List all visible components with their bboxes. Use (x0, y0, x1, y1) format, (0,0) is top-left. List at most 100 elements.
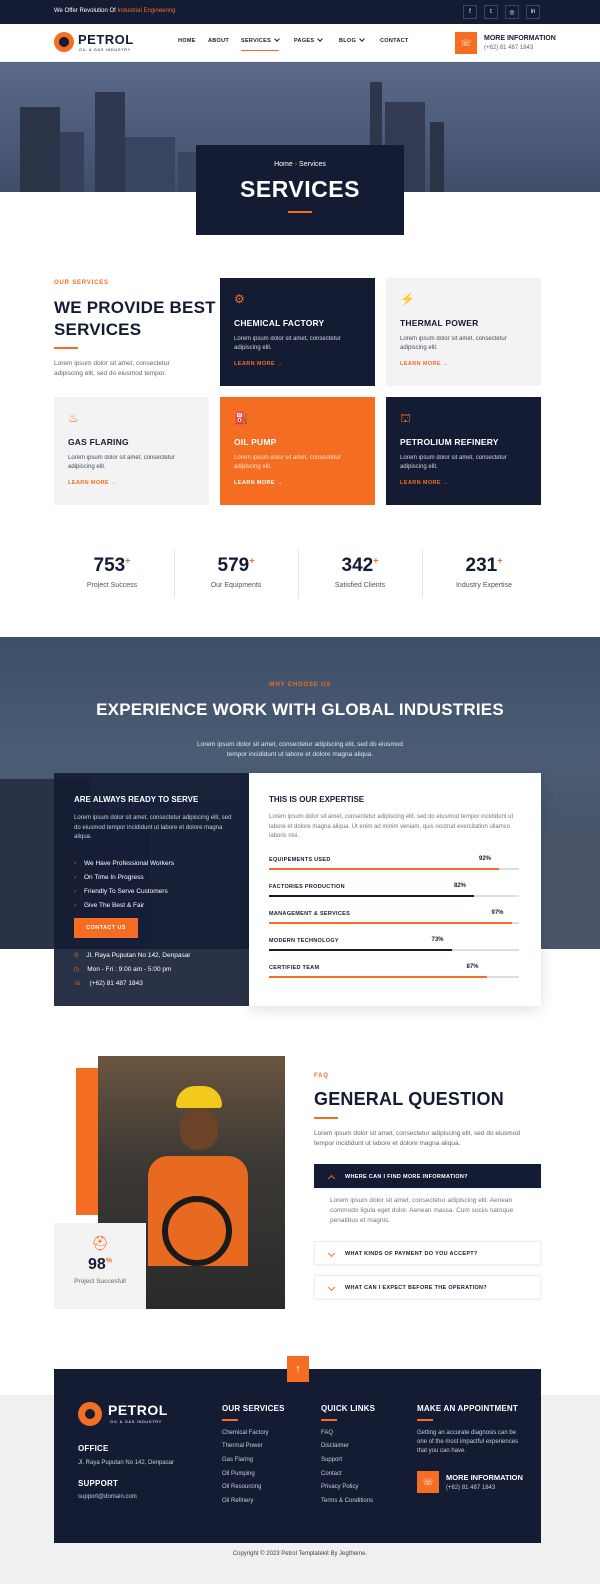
linkedin-icon[interactable]: in (526, 5, 540, 19)
support-title: SUPPORT (78, 1479, 119, 1488)
list-item: › We Have Professional Workers (74, 860, 175, 867)
footer-link[interactable]: Disclaimer (321, 1440, 375, 1454)
learn-more-link[interactable]: LEARN MORE → (400, 480, 527, 486)
footer-link[interactable]: Gas Flaring (222, 1454, 285, 1468)
progress-percent: 92% (479, 856, 492, 862)
service-card-oil-pump[interactable]: ⛽ OIL PUMP Lorem ipsum dolor sit amet, c… (220, 397, 375, 505)
power-plant-icon: ⚡ (400, 292, 415, 306)
chevron-down-icon (274, 36, 280, 42)
nav-contact[interactable]: CONTACT (380, 38, 409, 44)
progress-label: FACTORIES PRODUCTION (269, 884, 345, 890)
footer-link[interactable]: Support (321, 1454, 375, 1468)
footer-col-quick-links: QUICK LINKS FAQ Disclaimer Support Conta… (321, 1404, 375, 1509)
services-kicker: OUR SERVICES (54, 280, 109, 286)
breadcrumb-home[interactable]: Home (274, 161, 293, 168)
footer-link[interactable]: Contact (321, 1468, 375, 1482)
badge-value: 98% (87, 1256, 113, 1273)
faq-item[interactable]: WHAT KINDS OF PAYMENT DO YOU ACCEPT? (314, 1241, 541, 1265)
why-desc: Lorem ipsum dolor sit amet, consectetur … (197, 741, 403, 758)
phone-icon[interactable]: ☏ (455, 32, 477, 54)
chevron-down-icon (359, 36, 365, 42)
logo-gear-icon[interactable] (54, 32, 74, 52)
faq-item-open[interactable]: WHERE CAN I FIND MORE INFORMATION? (314, 1164, 541, 1188)
nav-info-title: MORE INFORMATION (484, 35, 556, 42)
footer-col-appointment: MAKE AN APPOINTMENT Getting an accurate … (417, 1404, 519, 1454)
twitter-icon[interactable]: t (484, 5, 498, 19)
brand-name[interactable]: PETROL (78, 32, 134, 47)
footer-link[interactable]: Oil Refinery (222, 1495, 285, 1509)
back-to-top-arrow-icon[interactable]: ↑ (287, 1356, 309, 1382)
stat-industry-expertise: 231+ Industry Expertise (455, 555, 513, 589)
progress-row: EQUIPEMENTS USED 92% (269, 856, 519, 877)
facebook-icon[interactable]: f (463, 5, 477, 19)
progress-percent: 73% (431, 937, 444, 943)
nav-services[interactable]: SERVICES (241, 36, 280, 51)
faq-kicker: FAQ (314, 1073, 329, 1079)
learn-more-link[interactable]: LEARN MORE → (234, 361, 361, 367)
learn-more-link[interactable]: LEARN MORE → (234, 480, 361, 486)
stat-our-equipments: 579+ Our Equipments (210, 555, 262, 589)
phone-icon: ☏ (74, 981, 82, 987)
ready-desc: Lorem ipsum dolor sit amet, consectetur … (74, 815, 232, 840)
face-shape (180, 1108, 218, 1150)
learn-more-link[interactable]: LEARN MORE → (68, 480, 195, 486)
logo-gear-icon[interactable] (78, 1402, 102, 1426)
list-item: › Friendly To Serve Customers (74, 888, 168, 895)
footer-link[interactable]: Oil Pumping (222, 1468, 285, 1482)
page-title: SERVICES (240, 176, 360, 202)
nav-blog[interactable]: BLOG (339, 36, 365, 44)
progress-percent: 82% (454, 883, 467, 889)
expertise-panel: THIS IS OUR EXPERTISE Lorem ipsum dolor … (249, 773, 541, 1006)
breadcrumb-current: Services (299, 161, 326, 168)
ready-title: ARE ALWAYS READY TO SERVE (74, 795, 199, 804)
nav-about[interactable]: ABOUT (208, 38, 229, 44)
progress-fill (269, 868, 499, 870)
nav-info-phone: (+62) 81 487 1843 (484, 45, 534, 51)
why-kicker: WHY CHOOSE US (269, 682, 331, 688)
service-card-chemical-factory[interactable]: ⚙ CHEMICAL FACTORY Lorem ipsum dolor sit… (220, 278, 375, 386)
hero-title-card: Home › Services SERVICES (196, 145, 404, 235)
footer-brand-name[interactable]: PETROL (108, 1402, 168, 1418)
instagram-icon[interactable]: ◎ (505, 5, 519, 19)
divider (54, 347, 78, 349)
footer-link[interactable]: Chemical Factory (222, 1427, 285, 1441)
contact-info: ⚲ Jl. Raya Puputan No 142, Denpasar ◷ Mon … (74, 952, 191, 987)
contact-us-button[interactable]: CONTACT US (74, 918, 138, 938)
list-item: › Give The Best & Fair (74, 902, 145, 909)
footer-link[interactable]: Terms & Conditions (321, 1495, 375, 1509)
phone-icon[interactable]: ☏ (417, 1471, 439, 1493)
learn-more-link[interactable]: LEARN MORE → (400, 361, 527, 367)
factory-icon: ⚙ (234, 292, 245, 306)
clock-icon: ◷ (74, 967, 80, 973)
tagline: We Offer Revolution Of Industrial Engine… (54, 8, 176, 14)
faq-item[interactable]: WHAT CAN I EXPECT BEFORE THE OPERATION? (314, 1275, 541, 1299)
footer-link[interactable]: Thermal Power (222, 1440, 285, 1454)
service-card-petrolium-refinery[interactable]: ⛫ PETROLIUM REFINERY Lorem ipsum dolor s… (386, 397, 541, 505)
service-card-thermal-power[interactable]: ⚡ THERMAL POWER Lorem ipsum dolor sit am… (386, 278, 541, 386)
accent-block (76, 1068, 98, 1215)
nav-home[interactable]: HOME (178, 38, 196, 44)
progress-track (269, 949, 519, 951)
progress-percent: 87% (466, 964, 479, 970)
stat-satisfied-clients: 342+ Satisfied Clients (334, 555, 386, 589)
support-email[interactable]: support@domain.com (78, 1491, 137, 1505)
progress-label: CERTIFIED TEAM (269, 965, 320, 971)
footer-link[interactable]: Privacy Policy (321, 1481, 375, 1495)
nav-pages[interactable]: PAGES (294, 36, 324, 44)
footer-col-services: OUR SERVICES Chemical Factory Thermal Po… (222, 1404, 285, 1509)
footer-link[interactable]: Oil Resourcing (222, 1481, 285, 1495)
footer-info-title: MORE INFORMATION (446, 1473, 523, 1482)
copyright: Copyright © 2023 Petrol Templatekit By J… (232, 1551, 368, 1557)
faq-answer: Lorem ipsum dolor sit amet, consectetur … (330, 1197, 514, 1224)
service-card-gas-flaring[interactable]: ♨ GAS FLARING Lorem ipsum dolor sit amet… (54, 397, 209, 505)
progress-fill (269, 922, 512, 924)
expertise-title: THIS IS OUR EXPERTISE (269, 795, 365, 804)
chevron-right-icon: › (74, 875, 76, 881)
office-title: OFFICE (78, 1444, 109, 1453)
footer-link[interactable]: FAQ (321, 1427, 375, 1441)
progress-track (269, 922, 519, 924)
top-bar: We Offer Revolution Of Industrial Engine… (0, 0, 600, 24)
refinery-icon: ⛫ (400, 411, 412, 425)
progress-row: MODERN TECHNOLOGY 73% (269, 937, 519, 958)
chevron-right-icon: › (74, 889, 76, 895)
